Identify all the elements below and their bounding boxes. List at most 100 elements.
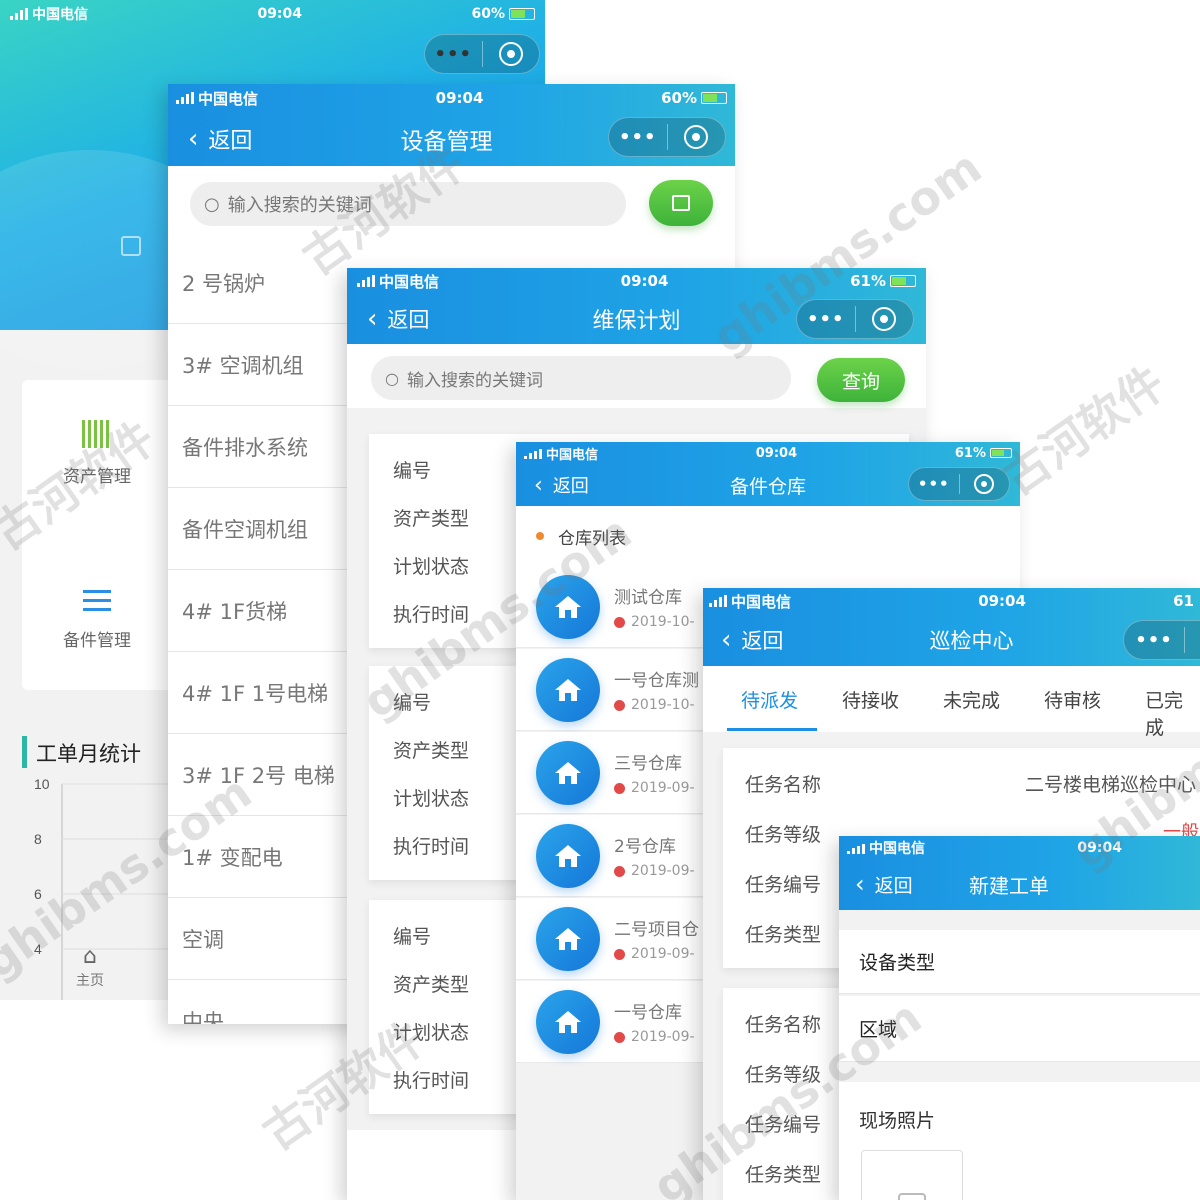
status-bar: 中国电信 09:04 60% <box>168 84 735 112</box>
capsule-divider <box>1184 627 1185 653</box>
warehouse-icon <box>536 906 600 971</box>
back-label: 返回 <box>208 129 253 154</box>
more-icon[interactable]: ••• <box>909 475 959 493</box>
device-name: 3# 1F 2号 电梯 <box>182 763 335 788</box>
battery-percent: 61% <box>954 445 986 461</box>
section-dot <box>536 532 544 540</box>
search-placeholder: 输入搜索的关键词 <box>406 370 543 391</box>
clock: 09:04 <box>978 592 1026 610</box>
plan-field-label: 编号 <box>393 926 432 948</box>
carrier: 中国电信 <box>198 89 259 108</box>
barcode-icon <box>82 420 112 448</box>
asset-mgmt-entry[interactable]: 资产管理 <box>22 420 172 487</box>
device-type-field[interactable]: 设备类型 <box>839 930 1200 994</box>
home-tab[interactable]: ⌂ 主页 <box>60 940 120 996</box>
more-icon[interactable]: ••• <box>609 127 667 148</box>
home-tab-label: 主页 <box>76 973 104 989</box>
query-button[interactable]: 查询 <box>817 358 905 402</box>
warehouse-date-value: 2019-09- <box>631 863 695 879</box>
search-icon: ○ <box>385 368 399 388</box>
plan-field-label: 资产类型 <box>393 508 470 530</box>
quick-menu-card: 资产管理 备件管理 <box>22 380 172 690</box>
task-field-label: 任务等级 <box>745 824 822 846</box>
clock-icon <box>614 699 625 711</box>
task-field-label: 任务编号 <box>745 874 822 896</box>
clock-icon <box>614 616 625 628</box>
status-bar: 中国电信 09:04 61% <box>347 268 926 294</box>
more-icon[interactable]: ••• <box>797 309 855 330</box>
device-name: 2 号锅炉 <box>182 271 266 296</box>
tab-0[interactable]: 待派发 <box>741 686 798 713</box>
y-tick-label: 10 <box>34 776 50 792</box>
capsule-menu[interactable]: ••• <box>608 117 726 157</box>
back-button[interactable]: ‹ 返回 <box>534 472 589 498</box>
warehouse-text: 二号项目仓 2019-09- <box>614 915 699 962</box>
clock: 09:04 <box>755 445 798 461</box>
back-label: 返回 <box>874 874 913 897</box>
device-search-input[interactable]: ○ 输入搜索的关键词 <box>190 182 626 226</box>
warehouse-date: 2019-09- <box>614 780 695 796</box>
close-miniapp-icon[interactable] <box>483 42 540 66</box>
task-name-value: 二号楼电梯巡检中心 <box>1025 774 1197 796</box>
capsule-menu[interactable]: ••• <box>908 467 1010 501</box>
plan-field-label: 执行时间 <box>393 836 470 858</box>
home-icon: ⌂ <box>83 944 97 969</box>
close-miniapp-icon[interactable] <box>960 474 1010 494</box>
battery-icon <box>990 448 1012 458</box>
warehouse-text: 2号仓库 2019-09- <box>614 832 695 879</box>
y-tick-label: 8 <box>34 831 42 847</box>
new-workorder-screen: 中国电信 09:04 ‹ 返回 新建工单 设备类型 区域 现场照片 <box>839 836 1200 1200</box>
parts-mgmt-entry[interactable]: 备件管理 <box>22 590 172 651</box>
task-field-label: 任务名称 <box>745 1014 822 1036</box>
task-field-label: 任务编号 <box>745 1114 822 1136</box>
warehouse-date: 2019-09- <box>614 1029 695 1045</box>
warehouse-name: 2号仓库 <box>614 837 676 857</box>
signal-icon <box>524 447 542 459</box>
battery-percent: 60% <box>471 6 505 22</box>
y-tick-label: 4 <box>34 941 42 957</box>
capsule-menu[interactable]: ••• <box>1123 620 1200 660</box>
clock-icon <box>614 865 625 877</box>
warehouse-date-value: 2019-09- <box>631 1029 695 1045</box>
device-name: 备件排水系统 <box>182 435 308 460</box>
back-label: 返回 <box>552 476 589 497</box>
tab-1[interactable]: 待接收 <box>842 686 899 713</box>
back-button[interactable]: ‹ 返回 <box>367 304 429 334</box>
back-button[interactable]: ‹ 返回 <box>855 870 913 898</box>
tab-2[interactable]: 未完成 <box>943 686 1000 713</box>
plan-field-label: 编号 <box>393 460 432 482</box>
capsule-menu[interactable]: ••• <box>796 299 914 339</box>
square-icon <box>121 236 141 256</box>
warehouse-date-value: 2019-09- <box>631 946 695 962</box>
plan-search-input[interactable]: ○ 输入搜索的关键词 <box>371 356 791 400</box>
tab-4[interactable]: 已完成 <box>1145 686 1200 740</box>
plan-field-label: 执行时间 <box>393 604 470 626</box>
close-miniapp-icon[interactable] <box>856 307 914 331</box>
warehouse-date-value: 2019-10- <box>631 614 695 630</box>
capsule-menu[interactable]: ••• <box>424 34 540 74</box>
status-bar: 中国电信 09:04 <box>839 836 1200 860</box>
signal-icon <box>357 275 375 287</box>
clock-icon <box>614 782 625 794</box>
plan-navbar: 中国电信 09:04 61% ‹ 返回 维保计划 ••• <box>347 268 926 344</box>
warehouse-date: 2019-10- <box>614 697 699 713</box>
warehouse-text: 一号仓库 2019-09- <box>614 998 695 1045</box>
chevron-left-icon: ‹ <box>721 625 732 655</box>
asset-mgmt-label: 资产管理 <box>63 467 131 487</box>
more-icon[interactable]: ••• <box>425 44 482 65</box>
plan-field-label: 资产类型 <box>393 974 470 996</box>
more-icon[interactable]: ••• <box>1124 630 1184 651</box>
area-field[interactable]: 区域 <box>839 996 1200 1062</box>
close-miniapp-icon[interactable] <box>668 125 726 149</box>
back-button[interactable]: ‹ 返回 <box>188 123 252 155</box>
warehouse-name: 二号项目仓 <box>614 920 699 940</box>
y-tick-label: 6 <box>34 886 42 902</box>
back-button[interactable]: ‹ 返回 <box>721 625 783 655</box>
section-title: 仓库列表 <box>558 528 626 549</box>
parts-mgmt-label: 备件管理 <box>63 631 131 651</box>
tab-3[interactable]: 待审核 <box>1044 686 1101 713</box>
add-photo-button[interactable] <box>861 1150 963 1200</box>
warehouse-text: 三号仓库 2019-09- <box>614 749 695 796</box>
scan-button[interactable] <box>649 180 713 226</box>
warehouse-icon <box>536 989 600 1054</box>
